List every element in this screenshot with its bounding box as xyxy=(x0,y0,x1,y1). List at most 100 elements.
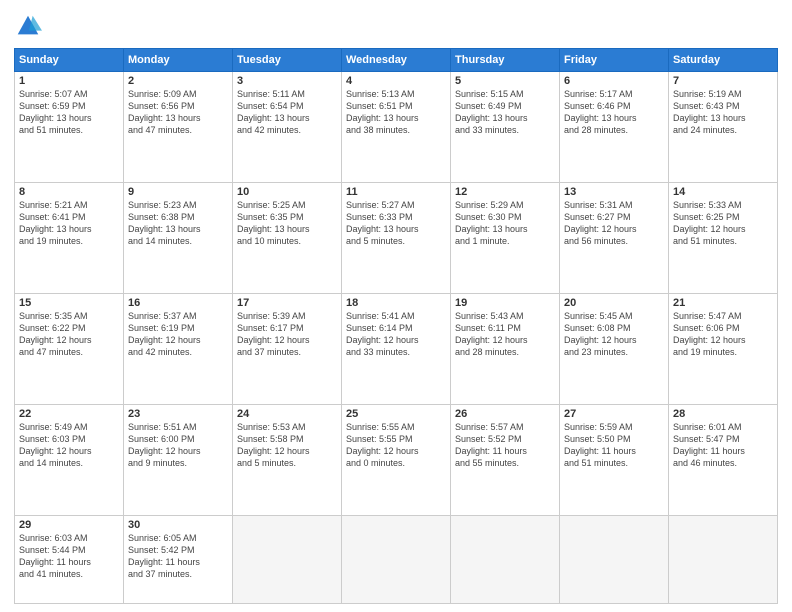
logo-icon xyxy=(14,12,42,40)
page: SundayMondayTuesdayWednesdayThursdayFrid… xyxy=(0,0,792,612)
day-number: 4 xyxy=(346,75,446,87)
calendar-day: 28Sunrise: 6:01 AM Sunset: 5:47 PM Dayli… xyxy=(669,404,778,515)
day-number: 3 xyxy=(237,75,337,87)
day-number: 23 xyxy=(128,408,228,420)
day-number: 22 xyxy=(19,408,119,420)
day-info: Sunrise: 6:01 AM Sunset: 5:47 PM Dayligh… xyxy=(673,421,773,470)
day-number: 12 xyxy=(455,186,555,198)
calendar-day xyxy=(451,515,560,603)
day-info: Sunrise: 5:23 AM Sunset: 6:38 PM Dayligh… xyxy=(128,199,228,248)
day-info: Sunrise: 6:05 AM Sunset: 5:42 PM Dayligh… xyxy=(128,532,228,581)
day-info: Sunrise: 5:19 AM Sunset: 6:43 PM Dayligh… xyxy=(673,88,773,137)
day-number: 18 xyxy=(346,297,446,309)
day-info: Sunrise: 5:43 AM Sunset: 6:11 PM Dayligh… xyxy=(455,310,555,359)
day-info: Sunrise: 5:55 AM Sunset: 5:55 PM Dayligh… xyxy=(346,421,446,470)
day-number: 5 xyxy=(455,75,555,87)
calendar-day: 4Sunrise: 5:13 AM Sunset: 6:51 PM Daylig… xyxy=(342,72,451,183)
day-info: Sunrise: 5:53 AM Sunset: 5:58 PM Dayligh… xyxy=(237,421,337,470)
calendar-day: 30Sunrise: 6:05 AM Sunset: 5:42 PM Dayli… xyxy=(124,515,233,603)
calendar-day: 23Sunrise: 5:51 AM Sunset: 6:00 PM Dayli… xyxy=(124,404,233,515)
weekday-header-tuesday: Tuesday xyxy=(233,49,342,72)
calendar-day: 12Sunrise: 5:29 AM Sunset: 6:30 PM Dayli… xyxy=(451,182,560,293)
calendar-day: 5Sunrise: 5:15 AM Sunset: 6:49 PM Daylig… xyxy=(451,72,560,183)
day-info: Sunrise: 5:45 AM Sunset: 6:08 PM Dayligh… xyxy=(564,310,664,359)
calendar-week-4: 22Sunrise: 5:49 AM Sunset: 6:03 PM Dayli… xyxy=(15,404,778,515)
day-number: 19 xyxy=(455,297,555,309)
calendar-week-2: 8Sunrise: 5:21 AM Sunset: 6:41 PM Daylig… xyxy=(15,182,778,293)
day-info: Sunrise: 5:29 AM Sunset: 6:30 PM Dayligh… xyxy=(455,199,555,248)
day-info: Sunrise: 5:11 AM Sunset: 6:54 PM Dayligh… xyxy=(237,88,337,137)
day-number: 30 xyxy=(128,519,228,531)
calendar-day xyxy=(669,515,778,603)
weekday-header-wednesday: Wednesday xyxy=(342,49,451,72)
day-number: 26 xyxy=(455,408,555,420)
day-info: Sunrise: 5:09 AM Sunset: 6:56 PM Dayligh… xyxy=(128,88,228,137)
header xyxy=(14,12,778,40)
logo xyxy=(14,12,46,40)
calendar-day xyxy=(560,515,669,603)
weekday-header-monday: Monday xyxy=(124,49,233,72)
day-number: 15 xyxy=(19,297,119,309)
day-info: Sunrise: 5:13 AM Sunset: 6:51 PM Dayligh… xyxy=(346,88,446,137)
day-number: 21 xyxy=(673,297,773,309)
calendar-day: 16Sunrise: 5:37 AM Sunset: 6:19 PM Dayli… xyxy=(124,293,233,404)
calendar-day: 27Sunrise: 5:59 AM Sunset: 5:50 PM Dayli… xyxy=(560,404,669,515)
day-info: Sunrise: 5:33 AM Sunset: 6:25 PM Dayligh… xyxy=(673,199,773,248)
weekday-header-thursday: Thursday xyxy=(451,49,560,72)
day-number: 28 xyxy=(673,408,773,420)
calendar-day: 2Sunrise: 5:09 AM Sunset: 6:56 PM Daylig… xyxy=(124,72,233,183)
calendar-day: 11Sunrise: 5:27 AM Sunset: 6:33 PM Dayli… xyxy=(342,182,451,293)
calendar-day: 21Sunrise: 5:47 AM Sunset: 6:06 PM Dayli… xyxy=(669,293,778,404)
day-info: Sunrise: 5:15 AM Sunset: 6:49 PM Dayligh… xyxy=(455,88,555,137)
calendar-day: 19Sunrise: 5:43 AM Sunset: 6:11 PM Dayli… xyxy=(451,293,560,404)
day-number: 9 xyxy=(128,186,228,198)
day-info: Sunrise: 6:03 AM Sunset: 5:44 PM Dayligh… xyxy=(19,532,119,581)
calendar-week-5: 29Sunrise: 6:03 AM Sunset: 5:44 PM Dayli… xyxy=(15,515,778,603)
day-number: 16 xyxy=(128,297,228,309)
calendar-day: 3Sunrise: 5:11 AM Sunset: 6:54 PM Daylig… xyxy=(233,72,342,183)
day-number: 6 xyxy=(564,75,664,87)
calendar-table: SundayMondayTuesdayWednesdayThursdayFrid… xyxy=(14,48,778,604)
calendar-day: 6Sunrise: 5:17 AM Sunset: 6:46 PM Daylig… xyxy=(560,72,669,183)
weekday-header-sunday: Sunday xyxy=(15,49,124,72)
day-info: Sunrise: 5:37 AM Sunset: 6:19 PM Dayligh… xyxy=(128,310,228,359)
calendar-day: 25Sunrise: 5:55 AM Sunset: 5:55 PM Dayli… xyxy=(342,404,451,515)
day-number: 24 xyxy=(237,408,337,420)
calendar-day: 10Sunrise: 5:25 AM Sunset: 6:35 PM Dayli… xyxy=(233,182,342,293)
day-info: Sunrise: 5:57 AM Sunset: 5:52 PM Dayligh… xyxy=(455,421,555,470)
day-number: 29 xyxy=(19,519,119,531)
day-info: Sunrise: 5:59 AM Sunset: 5:50 PM Dayligh… xyxy=(564,421,664,470)
calendar-day xyxy=(342,515,451,603)
day-info: Sunrise: 5:35 AM Sunset: 6:22 PM Dayligh… xyxy=(19,310,119,359)
day-number: 20 xyxy=(564,297,664,309)
day-info: Sunrise: 5:17 AM Sunset: 6:46 PM Dayligh… xyxy=(564,88,664,137)
day-number: 7 xyxy=(673,75,773,87)
weekday-header-saturday: Saturday xyxy=(669,49,778,72)
weekday-header-row: SundayMondayTuesdayWednesdayThursdayFrid… xyxy=(15,49,778,72)
day-info: Sunrise: 5:39 AM Sunset: 6:17 PM Dayligh… xyxy=(237,310,337,359)
day-number: 10 xyxy=(237,186,337,198)
calendar-day: 26Sunrise: 5:57 AM Sunset: 5:52 PM Dayli… xyxy=(451,404,560,515)
calendar-day: 17Sunrise: 5:39 AM Sunset: 6:17 PM Dayli… xyxy=(233,293,342,404)
day-info: Sunrise: 5:47 AM Sunset: 6:06 PM Dayligh… xyxy=(673,310,773,359)
day-number: 17 xyxy=(237,297,337,309)
calendar-day: 1Sunrise: 5:07 AM Sunset: 6:59 PM Daylig… xyxy=(15,72,124,183)
day-info: Sunrise: 5:49 AM Sunset: 6:03 PM Dayligh… xyxy=(19,421,119,470)
weekday-header-friday: Friday xyxy=(560,49,669,72)
calendar-day: 22Sunrise: 5:49 AM Sunset: 6:03 PM Dayli… xyxy=(15,404,124,515)
calendar-day: 24Sunrise: 5:53 AM Sunset: 5:58 PM Dayli… xyxy=(233,404,342,515)
calendar-day: 8Sunrise: 5:21 AM Sunset: 6:41 PM Daylig… xyxy=(15,182,124,293)
day-info: Sunrise: 5:21 AM Sunset: 6:41 PM Dayligh… xyxy=(19,199,119,248)
day-number: 1 xyxy=(19,75,119,87)
day-info: Sunrise: 5:25 AM Sunset: 6:35 PM Dayligh… xyxy=(237,199,337,248)
day-number: 25 xyxy=(346,408,446,420)
calendar-day: 18Sunrise: 5:41 AM Sunset: 6:14 PM Dayli… xyxy=(342,293,451,404)
day-info: Sunrise: 5:27 AM Sunset: 6:33 PM Dayligh… xyxy=(346,199,446,248)
calendar-day: 9Sunrise: 5:23 AM Sunset: 6:38 PM Daylig… xyxy=(124,182,233,293)
day-number: 13 xyxy=(564,186,664,198)
day-info: Sunrise: 5:41 AM Sunset: 6:14 PM Dayligh… xyxy=(346,310,446,359)
day-number: 27 xyxy=(564,408,664,420)
day-number: 11 xyxy=(346,186,446,198)
day-number: 14 xyxy=(673,186,773,198)
calendar-day: 29Sunrise: 6:03 AM Sunset: 5:44 PM Dayli… xyxy=(15,515,124,603)
